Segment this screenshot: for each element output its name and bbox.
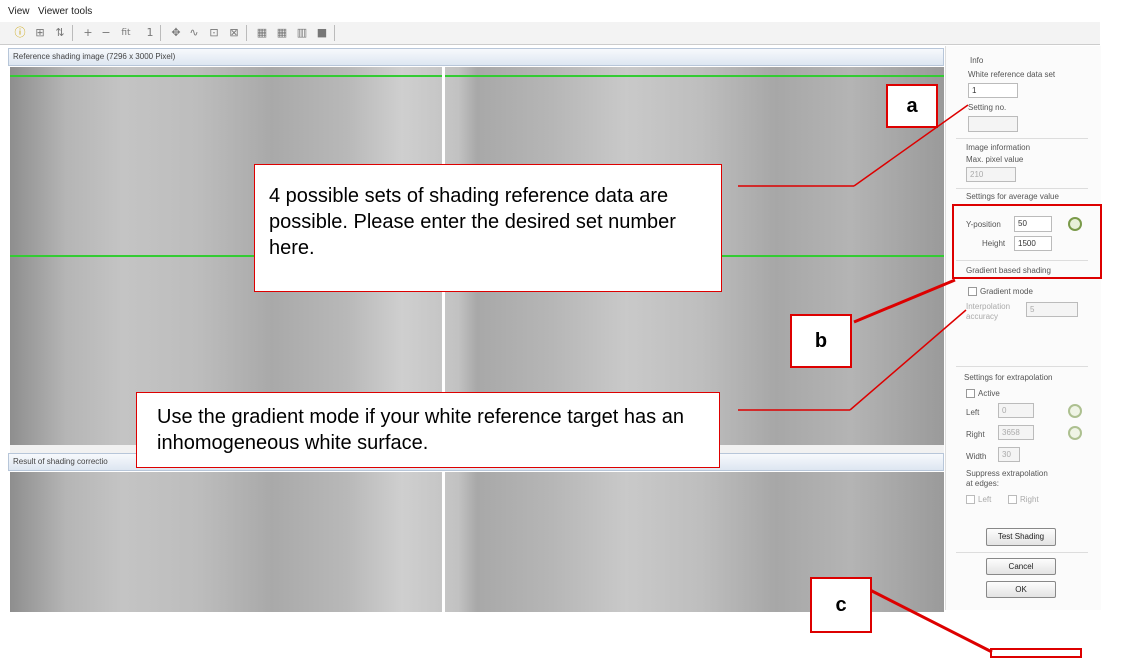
callout-b: Use the gradient mode if your white refe… [136,392,720,468]
highlight-box-c [990,648,1082,658]
callout-a: 4 possible sets of shading reference dat… [254,164,722,292]
highlight-box-b [952,204,1102,279]
label-c: c [810,577,872,633]
annotation-lines [738,104,993,654]
label-b: b [790,314,852,368]
label-a: a [886,84,938,128]
